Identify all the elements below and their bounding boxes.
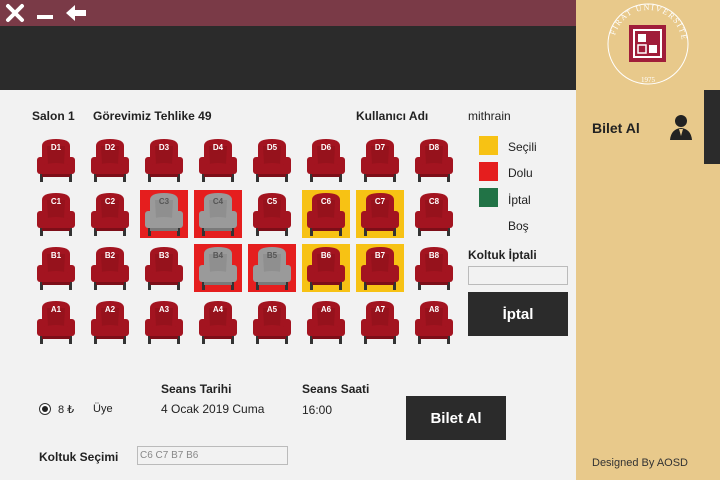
seat-c6[interactable]: C6	[302, 190, 350, 238]
designed-by-text: Designed By AOSD	[592, 457, 688, 469]
seat-code: C4	[212, 197, 224, 206]
seat-b6[interactable]: B6	[302, 244, 350, 292]
seat-code: A2	[104, 305, 116, 314]
seat-code: B3	[158, 251, 170, 260]
seat-c7[interactable]: C7	[356, 190, 404, 238]
seat-b7[interactable]: B7	[356, 244, 404, 292]
seat-b2[interactable]: B2	[86, 244, 134, 292]
minimize-icon[interactable]	[34, 2, 56, 24]
seat-a1[interactable]: A1	[32, 298, 80, 346]
seat-code: C1	[50, 197, 62, 206]
cancel-panel-title: Koltuk İptali	[468, 248, 537, 262]
seat-code: B4	[212, 251, 224, 260]
seat-code: B2	[104, 251, 116, 260]
seat-selection-field[interactable]	[137, 446, 288, 465]
movie-title: Görevimiz Tehlike 49	[93, 109, 212, 123]
seat-b1[interactable]: B1	[32, 244, 80, 292]
seat-c4[interactable]: C4	[194, 190, 242, 238]
seat-d6[interactable]: D6	[302, 136, 350, 184]
seat-code: D4	[212, 143, 224, 152]
legend-label-selected: Seçili	[508, 140, 537, 154]
seat-a3[interactable]: A3	[140, 298, 188, 346]
seat-code: B5	[266, 251, 278, 260]
back-arrow-icon[interactable]	[64, 2, 86, 24]
sidebar-active-indicator	[704, 90, 720, 164]
seat-c1[interactable]: C1	[32, 190, 80, 238]
close-icon[interactable]	[4, 2, 26, 24]
seat-code: D1	[50, 143, 62, 152]
seat-b5[interactable]: B5	[248, 244, 296, 292]
seat-code: A1	[50, 305, 62, 314]
seat-selection-label: Koltuk Seçimi	[39, 450, 119, 464]
seat-c3[interactable]: C3	[140, 190, 188, 238]
seat-d5[interactable]: D5	[248, 136, 296, 184]
seat-code: B6	[320, 251, 332, 260]
seat-a5[interactable]: A5	[248, 298, 296, 346]
seat-code: D7	[374, 143, 386, 152]
seat-code: D8	[428, 143, 440, 152]
session-date-value: 4 Ocak 2019 Cuma	[161, 402, 265, 416]
seat-code: A3	[158, 305, 170, 314]
seat-code: C8	[428, 197, 440, 206]
seat-b8[interactable]: B8	[410, 244, 458, 292]
buy-ticket-button[interactable]: Bilet Al	[406, 396, 506, 440]
legend-label-cancelled: İptal	[508, 193, 531, 207]
seat-code: C2	[104, 197, 116, 206]
session-date-label: Seans Tarihi	[161, 382, 232, 396]
cancel-seat-input[interactable]	[468, 266, 568, 285]
price-value: 8 ₺	[58, 404, 75, 416]
seat-b3[interactable]: B3	[140, 244, 188, 292]
seat-d2[interactable]: D2	[86, 136, 134, 184]
legend-swatch-cancelled	[479, 188, 498, 207]
seat-code: C6	[320, 197, 332, 206]
seat-code: D6	[320, 143, 332, 152]
seat-a8[interactable]: A8	[410, 298, 458, 346]
seat-code: A4	[212, 305, 224, 314]
seat-c8[interactable]: C8	[410, 190, 458, 238]
seat-code: A7	[374, 305, 386, 314]
seat-code: B1	[50, 251, 62, 260]
session-time-value: 16:00	[302, 403, 333, 417]
seat-code: A6	[320, 305, 332, 314]
username-value: mithrain	[468, 109, 511, 123]
seat-a2[interactable]: A2	[86, 298, 134, 346]
seat-c2[interactable]: C2	[86, 190, 134, 238]
svg-text:1975: 1975	[641, 76, 656, 84]
seat-d4[interactable]: D4	[194, 136, 242, 184]
seat-d7[interactable]: D7	[356, 136, 404, 184]
legend-swatch-taken	[479, 162, 498, 181]
legend-label-taken: Dolu	[508, 166, 533, 180]
university-logo: FIRAT ÜNİVERSİTESİ 1975	[601, 0, 692, 90]
legend-label-empty: Boş	[508, 219, 529, 233]
seat-code: B7	[374, 251, 386, 260]
seat-code: A5	[266, 305, 278, 314]
salon-label: Salon 1	[32, 109, 75, 123]
seat-d8[interactable]: D8	[410, 136, 458, 184]
legend-swatch-selected	[479, 136, 498, 155]
member-type-label: Üye	[93, 403, 113, 415]
seat-code: A8	[428, 305, 440, 314]
username-label: Kullanıcı Adı	[356, 109, 429, 123]
seat-code: C7	[374, 197, 386, 206]
seat-code: C5	[266, 197, 278, 206]
seat-code: D2	[104, 143, 116, 152]
header-band	[0, 26, 576, 90]
seat-a6[interactable]: A6	[302, 298, 350, 346]
seat-d3[interactable]: D3	[140, 136, 188, 184]
session-time-label: Seans Saati	[302, 382, 370, 396]
seat-a7[interactable]: A7	[356, 298, 404, 346]
seat-c5[interactable]: C5	[248, 190, 296, 238]
user-icon[interactable]	[668, 113, 694, 141]
seat-b4[interactable]: B4	[194, 244, 242, 292]
sidebar-item-bilet-al[interactable]: Bilet Al	[592, 120, 640, 136]
cancel-button[interactable]: İptal	[468, 292, 568, 336]
seat-code: C3	[158, 197, 170, 206]
seat-code: B8	[428, 251, 440, 260]
seat-a4[interactable]: A4	[194, 298, 242, 346]
seat-d1[interactable]: D1	[32, 136, 80, 184]
seat-code: D3	[158, 143, 170, 152]
member-price-radio[interactable]	[39, 403, 51, 415]
seat-code: D5	[266, 143, 278, 152]
